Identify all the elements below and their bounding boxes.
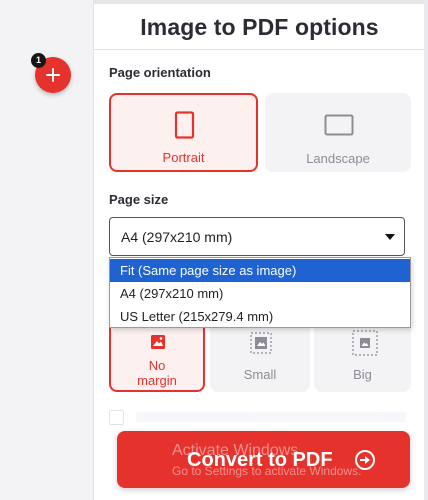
portrait-label: Portrait [162,150,205,165]
big-margin-label: Big [353,367,372,382]
page-size-option-fit[interactable]: Fit (Same page size as image) [110,259,410,282]
title-divider [94,49,425,50]
page-size-dropdown-list: Fit (Same page size as image) A4 (297x21… [109,257,411,328]
merge-option-text [136,412,406,422]
small-margin-icon [250,332,272,354]
no-margin-icon [151,335,165,349]
portrait-page-icon [174,111,195,139]
portrait-option[interactable]: Portrait [109,93,258,172]
orientation-label: Page orientation [109,65,211,80]
landscape-label: Landscape [306,151,370,166]
file-count-badge: 1 [31,53,46,68]
scrollbar-track[interactable] [424,0,428,500]
activate-windows-title: Activate Windows [172,442,299,459]
activate-windows-subtitle: Go to Settings to activate Windows. [172,464,362,478]
chevron-down-icon [385,234,395,240]
merge-checkbox[interactable] [109,410,124,425]
small-margin-label: Small [243,367,277,382]
page-size-option-us-letter[interactable]: US Letter (215x279.4 mm) [110,305,410,328]
panel-title: Image to PDF options [140,14,379,40]
page-size-label: Page size [109,192,169,207]
landscape-option[interactable]: Landscape [265,93,411,172]
no-margin-label-line1: No [148,358,166,373]
page-size-value: A4 (297x210 mm) [121,229,233,245]
no-margin-label-line2: margin [137,373,177,388]
big-margin-icon [352,330,378,356]
landscape-page-icon [324,114,354,136]
panel-top-border [94,0,425,4]
page-size-option-a4[interactable]: A4 (297x210 mm) [110,282,410,305]
options-panel: Image to PDF options Page orientation Po… [93,0,425,500]
page-size-select[interactable]: A4 (297x210 mm) [109,217,405,256]
file-sidebar: 1 [0,0,93,500]
